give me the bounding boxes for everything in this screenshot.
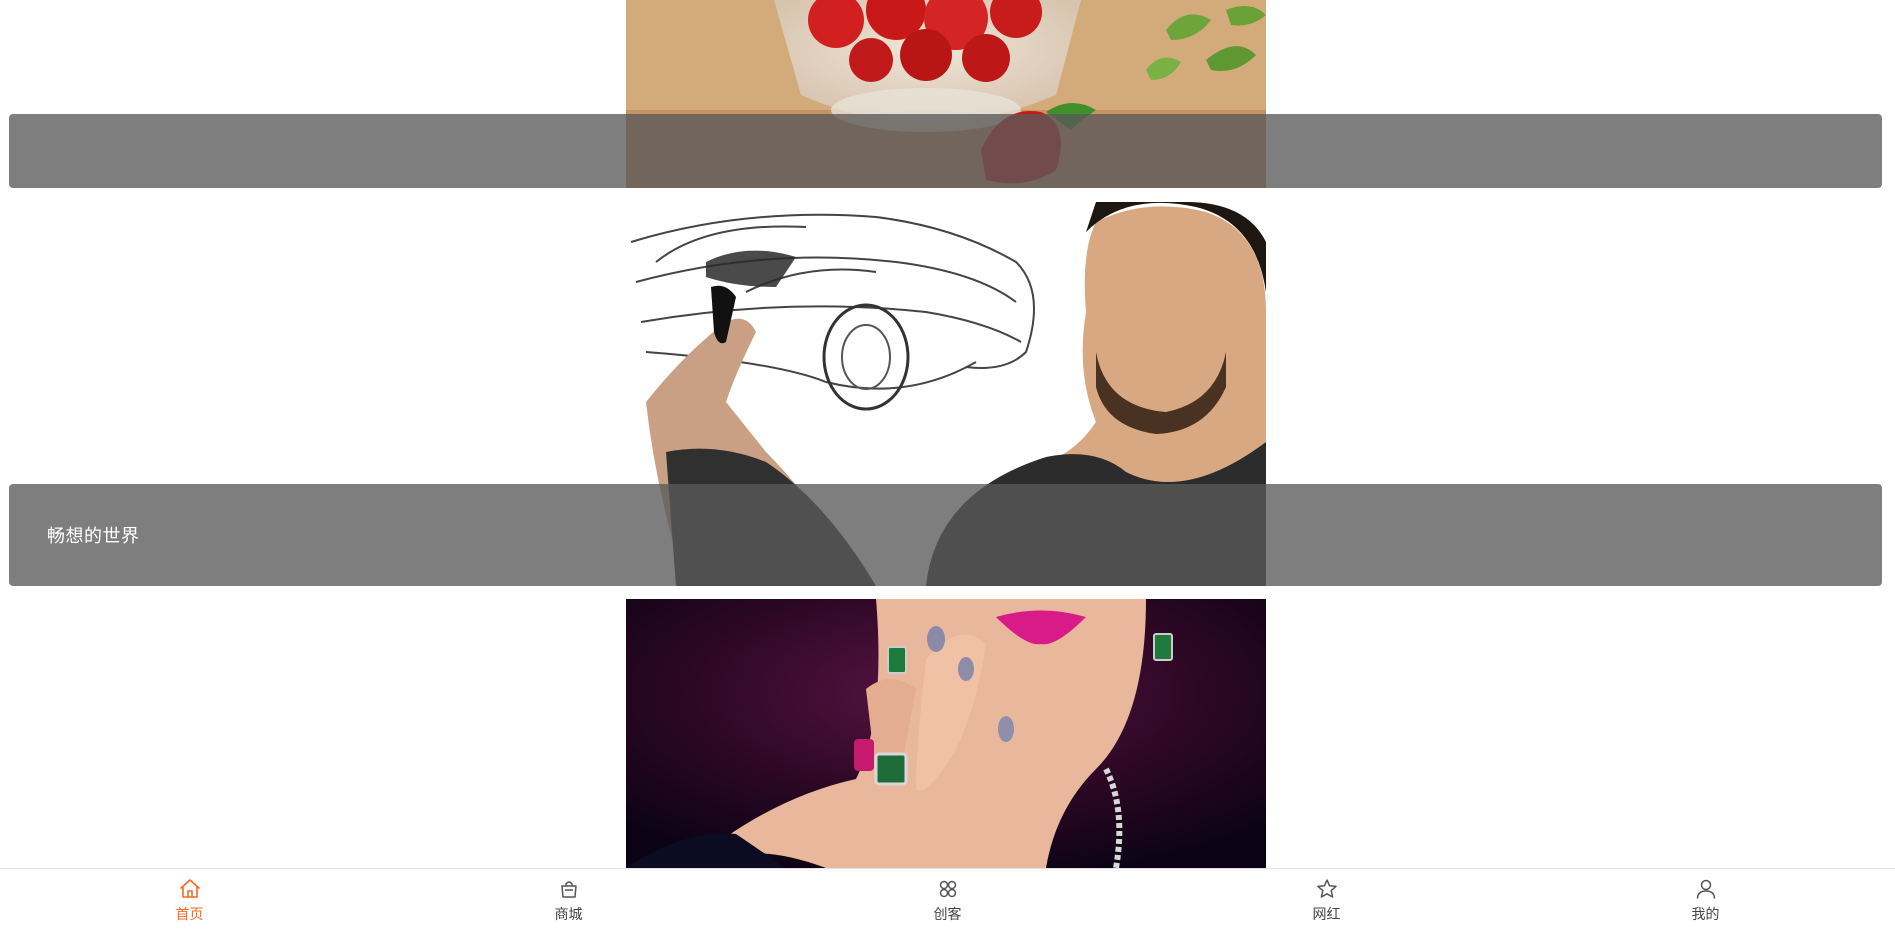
home-icon [179, 879, 200, 898]
user-icon [1696, 879, 1715, 899]
grid-icon [939, 880, 956, 898]
star-icon [1316, 879, 1337, 898]
jewellery-model-illustration [626, 599, 1266, 868]
tab-label: 我的 [1691, 906, 1720, 922]
card-caption-bar: 畅想的世界 [9, 484, 1882, 586]
tab-home[interactable]: 首页 [0, 869, 379, 932]
content-feed[interactable]: 畅想的世界 [0, 0, 1895, 868]
tab-influencer[interactable]: 网红 [1137, 869, 1516, 932]
tab-mall[interactable]: 商城 [379, 869, 758, 932]
tab-maker[interactable]: 创客 [758, 869, 1137, 932]
feed-card[interactable] [9, 0, 1882, 188]
bottom-tab-bar: 首页 商城 创客 网红 我的 [0, 868, 1895, 932]
feed-card[interactable] [9, 599, 1882, 868]
tab-label: 网红 [1312, 906, 1341, 922]
shopping-bag-icon [560, 881, 577, 898]
feed-card[interactable]: 畅想的世界 [9, 202, 1882, 586]
card-caption-bar [9, 114, 1882, 188]
tab-label: 商城 [554, 906, 583, 922]
tab-label: 首页 [175, 906, 204, 922]
card-image-jewellery[interactable] [626, 599, 1266, 868]
card-title: 畅想的世界 [47, 526, 140, 546]
tab-me[interactable]: 我的 [1516, 869, 1895, 932]
tab-label: 创客 [933, 906, 962, 922]
